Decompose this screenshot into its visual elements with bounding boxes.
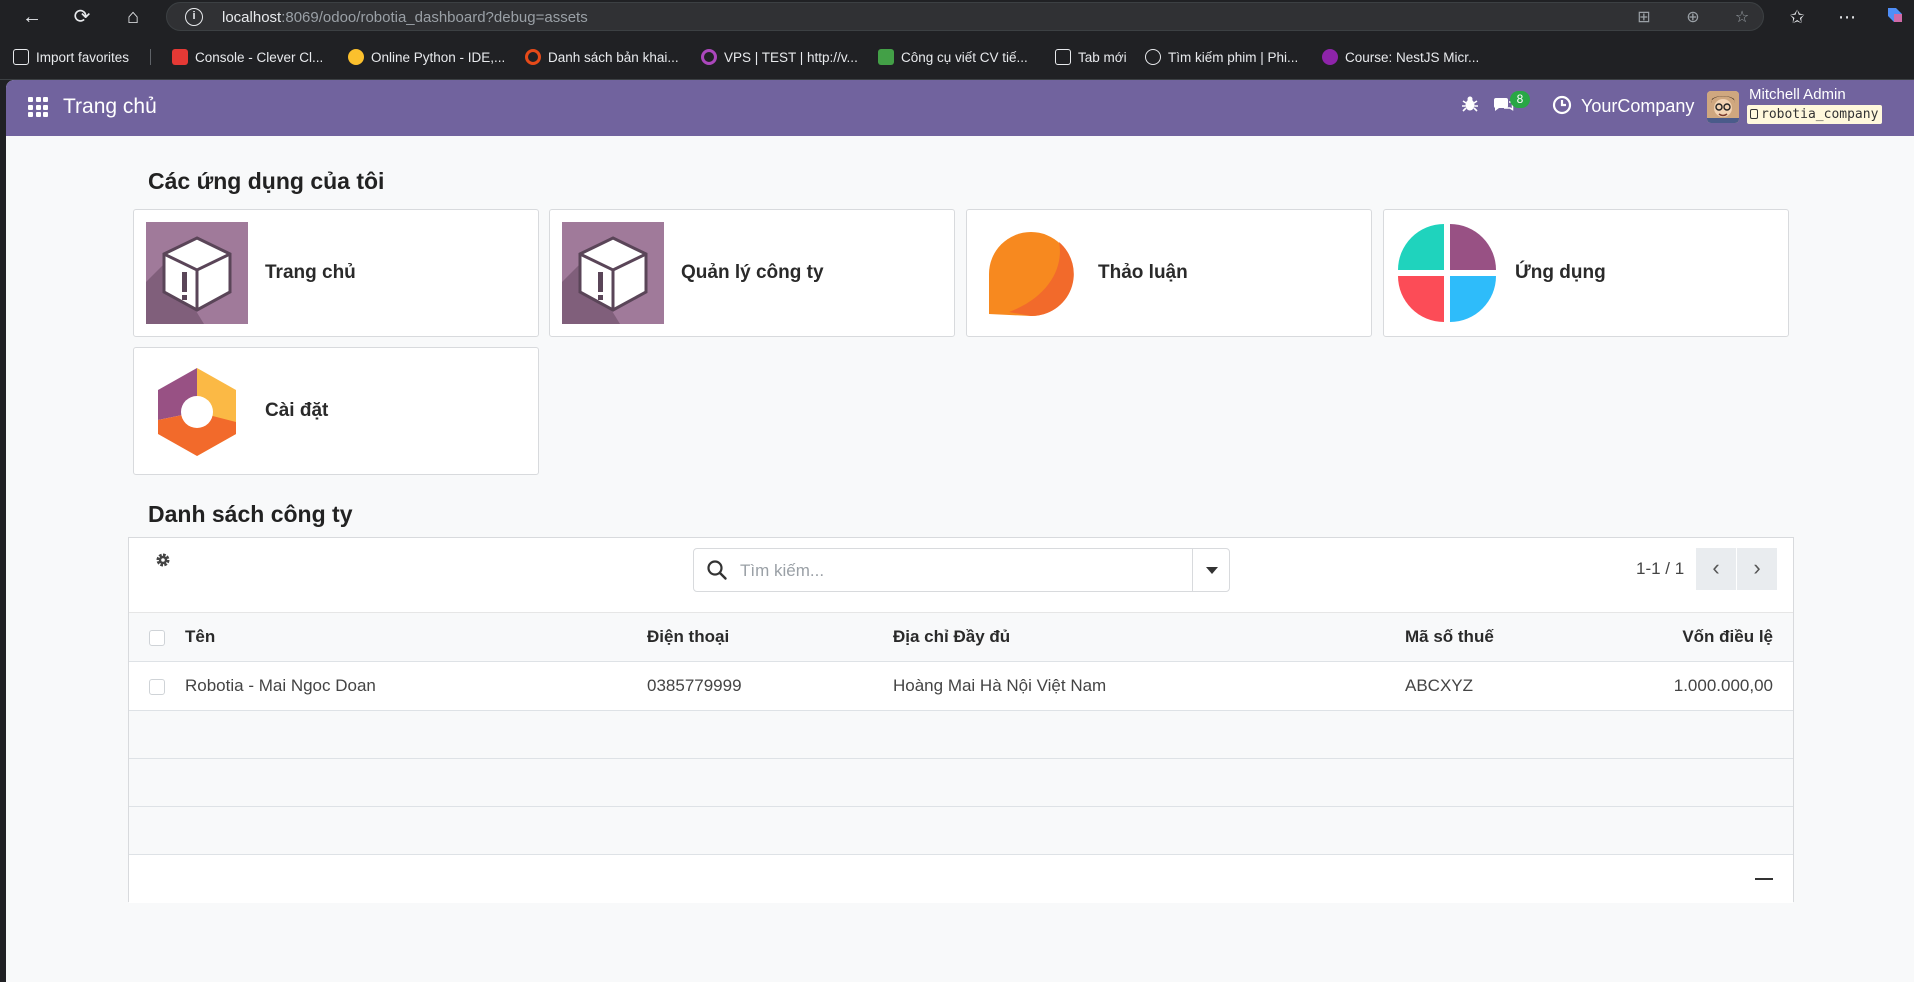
empty-row	[129, 758, 1793, 807]
opera-icon	[525, 49, 541, 65]
app-label: Ứng dụng	[1515, 262, 1606, 283]
url-text[interactable]: localhost:8069/odoo/robotia_dashboard?de…	[222, 9, 588, 26]
settings-hexagon-icon	[158, 368, 236, 456]
company-switcher[interactable]: YourCompany	[1581, 96, 1694, 117]
messages-count-badge: 8	[1510, 91, 1530, 108]
browser-toolbar: ← ⟳ ⌂ i localhost:8069/odoo/robotia_dash…	[0, 0, 1914, 33]
app-label: Thảo luận	[1098, 262, 1188, 283]
app-card-settings[interactable]: Cài đặt	[133, 347, 539, 475]
discuss-bubble-icon	[989, 232, 1074, 317]
column-header-phone[interactable]: Điện thoại	[647, 612, 893, 662]
app-label: Trang chủ	[265, 262, 356, 283]
search-options-toggle[interactable]	[1192, 549, 1229, 591]
ring-icon	[701, 49, 717, 65]
bookmark-item[interactable]: Danh sách bản khai...	[525, 47, 679, 67]
select-all-checkbox[interactable]	[149, 629, 165, 646]
search-icon	[707, 560, 727, 580]
database-icon	[1750, 109, 1758, 119]
box-warning-icon	[146, 222, 248, 324]
cell-capital[interactable]: 1.000.000,00	[1605, 661, 1793, 711]
main-navbar: Trang chủ 8 YourCompany Mitchell Admin r…	[6, 80, 1914, 136]
apps-menu-icon[interactable]	[28, 97, 48, 117]
back-arrow-icon[interactable]: ←	[19, 4, 45, 30]
activity-clock-icon[interactable]	[1550, 95, 1574, 119]
app-label: Quản lý công ty	[681, 262, 824, 283]
company-list-title: Danh sách công ty	[148, 501, 353, 527]
home-icon[interactable]: ⌂	[120, 4, 146, 30]
bookmark-item[interactable]: VPS | TEST | http://v...	[701, 47, 858, 67]
import-icon	[13, 49, 29, 65]
bookmark-item[interactable]: Console - Clever Cl...	[172, 47, 323, 67]
split-screen-icon[interactable]: ⊞	[1634, 8, 1654, 28]
database-badge: robotia_company	[1747, 105, 1883, 124]
pager-value[interactable]: 1-1 / 1	[1636, 559, 1684, 579]
apps-section-title: Các ứng dụng của tôi	[148, 168, 385, 194]
cell-address[interactable]: Hoàng Mai Hà Nội Việt Nam	[893, 661, 1405, 711]
aggregate-dash	[1755, 878, 1773, 881]
favorites-icon[interactable]: ✩	[1784, 4, 1810, 30]
row-select-cell	[129, 661, 185, 711]
bookmark-item[interactable]: Online Python - IDE,...	[348, 47, 505, 67]
empty-row	[129, 710, 1793, 759]
select-all-cell	[129, 612, 185, 662]
udemy-icon	[1322, 49, 1338, 65]
bookmark-item[interactable]: Tìm kiếm phim | Phi...	[1145, 47, 1298, 67]
column-header-capital[interactable]: Vốn điều lệ	[1605, 612, 1793, 662]
box-warning-icon	[562, 222, 664, 324]
bookmark-item[interactable]: Course: NestJS Micr...	[1322, 47, 1479, 67]
user-name[interactable]: Mitchell Admin	[1749, 86, 1846, 103]
bookmark-import-favorites[interactable]: Import favorites	[13, 47, 129, 67]
cell-name[interactable]: Robotia - Mai Ngoc Doan	[185, 661, 647, 711]
more-menu-icon[interactable]: ⋯	[1834, 4, 1860, 30]
column-header-tax[interactable]: Mã số thuế	[1405, 612, 1605, 662]
app-label: Cài đặt	[265, 400, 329, 421]
app-card-apps[interactable]: Ứng dụng	[1383, 209, 1789, 337]
app-card-home[interactable]: Trang chủ	[133, 209, 539, 337]
site-info-icon[interactable]: i	[185, 8, 203, 26]
bookmark-item[interactable]: Công cụ viết CV tiế...	[878, 47, 1028, 67]
cell-tax[interactable]: ABCXYZ	[1405, 661, 1605, 711]
cv-tool-icon	[878, 49, 894, 65]
gear-icon[interactable]	[155, 552, 173, 570]
search-input[interactable]	[740, 558, 1180, 584]
new-tab-icon	[1055, 49, 1071, 65]
company-list-panel: 1-1 / 1 ‹ › Tên Điện thoại Địa chỉ Đầy đ…	[128, 537, 1794, 903]
address-bar[interactable]: i localhost:8069/odoo/robotia_dashboard?…	[166, 2, 1764, 31]
app-card-discuss[interactable]: Thảo luận	[966, 209, 1372, 337]
table-footer-row	[129, 854, 1793, 903]
reload-icon[interactable]: ⟳	[69, 4, 95, 30]
user-avatar[interactable]	[1707, 91, 1739, 123]
python-icon	[348, 49, 364, 65]
app-title[interactable]: Trang chủ	[63, 95, 157, 119]
table-header-row: Tên Điện thoại Địa chỉ Đầy đủ Mã số thuế…	[129, 612, 1793, 662]
table-row[interactable]: Robotia - Mai Ngoc Doan 0385779999 Hoàng…	[129, 661, 1793, 711]
debug-bug-icon[interactable]	[1458, 95, 1482, 119]
empty-row	[129, 806, 1793, 855]
row-checkbox[interactable]	[149, 678, 165, 695]
film-reel-icon	[1145, 49, 1161, 65]
zoom-icon[interactable]: ⊕	[1683, 8, 1703, 28]
control-panel: 1-1 / 1 ‹ ›	[129, 538, 1793, 612]
apps-quad-icon	[1398, 224, 1496, 322]
company-table: Tên Điện thoại Địa chỉ Đầy đủ Mã số thuế…	[129, 612, 1793, 903]
bookmark-separator	[150, 49, 151, 65]
bookmarks-bar: Import favorites Console - Clever Cl... …	[0, 33, 1914, 80]
pager-previous-button[interactable]: ‹	[1696, 548, 1736, 590]
search-bar[interactable]	[693, 548, 1230, 592]
clever-cloud-icon	[172, 49, 188, 65]
column-header-name[interactable]: Tên	[185, 612, 647, 662]
favorite-star-icon[interactable]: ☆	[1732, 8, 1752, 28]
pager-next-button[interactable]: ›	[1737, 548, 1777, 590]
column-header-address[interactable]: Địa chỉ Đầy đủ	[893, 612, 1405, 662]
bookmark-item[interactable]: Tab mới	[1055, 47, 1127, 67]
cell-phone[interactable]: 0385779999	[647, 661, 893, 711]
copilot-icon[interactable]	[1882, 4, 1908, 30]
app-card-company-management[interactable]: Quản lý công ty	[549, 209, 955, 337]
odoo-app: Trang chủ 8 YourCompany Mitchell Admin r…	[6, 80, 1914, 982]
